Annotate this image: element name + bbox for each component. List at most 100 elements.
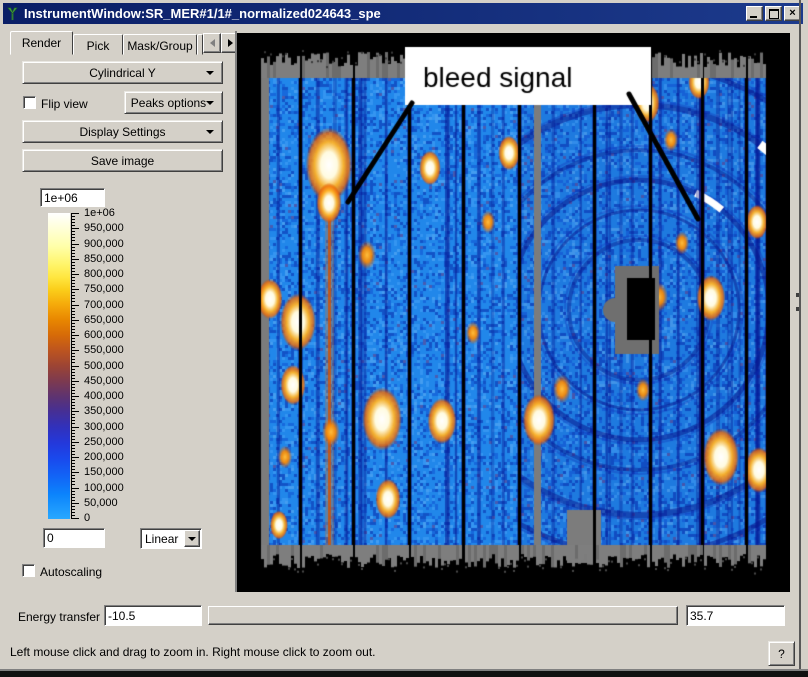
scale-tick-minor [71, 231, 75, 232]
scale-tick-minor [71, 268, 75, 269]
scale-tick-label: 50,000 [84, 497, 118, 509]
window-title: InstrumentWindow:SR_MER#1/1#_normalized0… [24, 6, 381, 21]
scale-tick-minor [71, 234, 75, 235]
scale-tick-minor [71, 484, 75, 485]
tab-render[interactable]: Render [10, 31, 73, 55]
scale-tick-minor [71, 402, 75, 403]
autoscaling-checkbox[interactable] [22, 564, 35, 577]
chevron-down-icon [206, 130, 214, 138]
app-icon [5, 6, 20, 21]
scale-tick-major [71, 427, 79, 428]
energy-max-input[interactable] [686, 605, 785, 626]
scale-tick-minor [71, 341, 75, 342]
help-button[interactable]: ? [768, 641, 795, 666]
scale-tick-minor [71, 344, 75, 345]
scale-tick-minor [71, 475, 75, 476]
scale-tick-minor [71, 308, 75, 309]
tab-mask-group-label: Mask/Group [127, 39, 192, 53]
minimize-icon [750, 16, 757, 18]
scale-tick-minor [71, 497, 75, 498]
scale-tick-minor [71, 445, 75, 446]
tab-mask-group[interactable]: Mask/Group [123, 34, 197, 55]
scale-tick-minor [71, 353, 75, 354]
instrument-window: InstrumentWindow:SR_MER#1/1#_normalized0… [0, 0, 808, 677]
scale-tick-label: 1e+06 [84, 207, 115, 219]
scale-tick-minor [71, 372, 75, 373]
scale-tick-minor [71, 225, 75, 226]
scale-tick-label: 150,000 [84, 466, 124, 478]
scale-tick-minor [71, 311, 75, 312]
instrument-render-canvas[interactable] [237, 33, 790, 592]
minimize-button[interactable] [746, 6, 763, 21]
scale-tick-minor [71, 222, 75, 223]
scale-tick-minor [71, 414, 75, 415]
scale-tick-minor [71, 265, 75, 266]
autoscaling-label: Autoscaling [40, 565, 102, 579]
scale-tick-minor [71, 390, 75, 391]
scale-tick-minor [71, 298, 75, 299]
scale-tick-minor [71, 338, 75, 339]
scale-tick-minor [71, 387, 75, 388]
scale-tick-major [71, 274, 79, 275]
scale-tick-minor [71, 417, 75, 418]
scale-tick-minor [71, 451, 75, 452]
scale-tick-minor [71, 481, 75, 482]
scale-tick-minor [71, 478, 75, 479]
scale-tick-minor [71, 256, 75, 257]
tab-pick[interactable]: Pick [73, 34, 123, 55]
peaks-options-dropdown[interactable]: Peaks options [124, 91, 223, 114]
scale-tick-label: 300,000 [84, 421, 124, 433]
scale-tick-minor [71, 433, 75, 434]
energy-transfer-label: Energy transfer [18, 610, 100, 624]
scale-tick-minor [71, 506, 75, 507]
tab-pick-label: Pick [87, 39, 110, 53]
scale-tick-label: 0 [84, 512, 90, 524]
scale-tick-minor [71, 439, 75, 440]
display-settings-label: Display Settings [79, 125, 165, 139]
scale-tick-label: 200,000 [84, 451, 124, 463]
scale-type-dropdown-button[interactable] [184, 530, 200, 547]
scale-tick-minor [71, 356, 75, 357]
scale-tick-label: 500,000 [84, 360, 124, 372]
scale-tick-minor [71, 253, 75, 254]
scale-tick-minor [71, 393, 75, 394]
scale-tick-minor [71, 216, 75, 217]
scale-tick-label: 450,000 [84, 375, 124, 387]
color-scale-bar[interactable] [48, 213, 70, 519]
scale-tick-major [71, 259, 79, 260]
scale-tick-minor [71, 326, 75, 327]
scale-tick-major [71, 335, 79, 336]
scale-tick-major [71, 244, 79, 245]
display-settings-dropdown[interactable]: Display Settings [22, 120, 223, 143]
energy-transfer-slider[interactable] [208, 606, 678, 625]
scale-max-input[interactable] [40, 188, 105, 207]
scale-tick-minor [71, 375, 75, 376]
save-image-button[interactable]: Save image [22, 149, 223, 172]
scale-tick-major [71, 518, 79, 519]
scale-tick-minor [71, 500, 75, 501]
tab-scroll-left-button[interactable] [203, 33, 221, 53]
scale-tick-label: 250,000 [84, 436, 124, 448]
close-icon: × [789, 8, 795, 19]
scale-tick-major [71, 503, 79, 504]
scale-min-input[interactable] [43, 528, 105, 548]
scale-tick-label: 550,000 [84, 344, 124, 356]
scale-tick-label: 400,000 [84, 390, 124, 402]
energy-min-input[interactable] [104, 605, 202, 626]
scale-tick-minor [71, 399, 75, 400]
scale-tick-minor [71, 332, 75, 333]
scale-tick-minor [71, 247, 75, 248]
save-image-label: Save image [91, 154, 154, 168]
scale-tick-minor [71, 369, 75, 370]
scale-tick-label: 750,000 [84, 283, 124, 295]
scale-tick-minor [71, 240, 75, 241]
scale-tick-minor [71, 494, 75, 495]
flip-view-checkbox[interactable] [23, 96, 36, 109]
scale-tick-label: 900,000 [84, 238, 124, 250]
maximize-button[interactable] [765, 6, 782, 21]
scale-tick-minor [71, 323, 75, 324]
projection-dropdown[interactable]: Cylindrical Y [22, 61, 223, 84]
scale-tick-label: 800,000 [84, 268, 124, 280]
title-bar[interactable]: InstrumentWindow:SR_MER#1/1#_normalized0… [3, 3, 803, 24]
chevron-down-icon [206, 71, 214, 79]
